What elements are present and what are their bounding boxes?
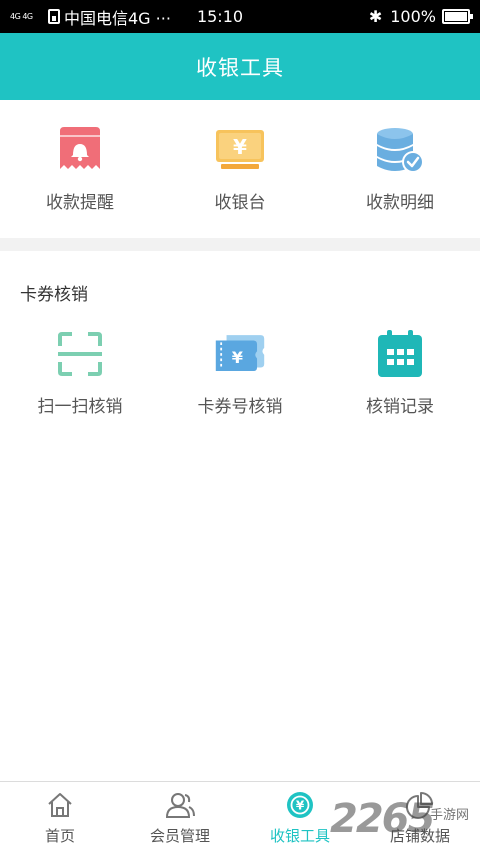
coupon-tools-grid: 扫一扫核销 ¥ 卡券号核销 核销记录 xyxy=(0,320,480,430)
app-header: 收银工具 xyxy=(0,33,480,100)
bluetooth-icon: ✱ xyxy=(368,7,383,26)
battery-percent: 100% xyxy=(390,7,436,26)
payment-reminder-button[interactable]: 收款提醒 xyxy=(0,100,160,238)
status-bar: 4G 4G 中国电信4G ··· 15:10 ✱ 100% xyxy=(0,0,480,33)
cash-register-button[interactable]: ¥ 收银台 xyxy=(160,100,320,238)
cashier-tools-icon: ¥ xyxy=(285,790,315,820)
tab-cashier-tools[interactable]: ¥ 收银工具 xyxy=(240,782,360,853)
payment-details-button[interactable]: 收款明细 xyxy=(320,100,480,238)
members-icon xyxy=(165,790,195,820)
tab-store-data[interactable]: 店铺数据 xyxy=(360,782,480,853)
bottom-tab-bar: 首页 会员管理 ¥ 收银工具 店铺数据 xyxy=(0,781,480,853)
coupon-number-redeem-button[interactable]: ¥ 卡券号核销 xyxy=(160,320,320,430)
redeem-records-button[interactable]: 核销记录 xyxy=(320,320,480,430)
tool-label: 收款提醒 xyxy=(46,193,114,213)
home-icon xyxy=(45,790,75,820)
coupon-section-title: 卡券核销 xyxy=(20,285,88,305)
tab-label: 会员管理 xyxy=(149,827,210,845)
tab-members[interactable]: 会员管理 xyxy=(120,782,240,853)
tab-label: 收银工具 xyxy=(269,827,330,845)
svg-text:¥: ¥ xyxy=(233,135,247,159)
tab-label: 首页 xyxy=(44,827,75,845)
sim-icon xyxy=(48,9,60,24)
tool-label: 收银台 xyxy=(214,193,266,213)
carrier-label: 中国电信4G ··· xyxy=(64,8,171,28)
svg-text:¥: ¥ xyxy=(232,348,244,367)
svg-text:¥: ¥ xyxy=(296,799,305,813)
scan-frame-icon xyxy=(54,328,106,380)
cashier-tools-grid: 收款提醒 ¥ 收银台 收款明细 xyxy=(0,100,480,238)
bell-receipt-icon xyxy=(54,124,106,176)
database-check-icon xyxy=(374,124,426,176)
ticket-icon: ¥ xyxy=(214,328,266,380)
clock: 15:10 xyxy=(196,7,244,26)
tool-label: 收款明细 xyxy=(366,193,434,213)
signal-icon: 4G 4G xyxy=(10,12,33,21)
calendar-icon xyxy=(374,328,426,380)
coupon-item-label: 扫一扫核销 xyxy=(37,397,123,417)
tab-home[interactable]: 首页 xyxy=(0,782,120,853)
cash-register-icon: ¥ xyxy=(214,124,266,176)
coupon-item-label: 核销记录 xyxy=(366,397,434,417)
coupon-item-label: 卡券号核销 xyxy=(197,397,283,417)
scan-redeem-button[interactable]: 扫一扫核销 xyxy=(0,320,160,430)
page-title: 收银工具 xyxy=(196,55,284,80)
tab-label: 店铺数据 xyxy=(389,827,450,845)
battery-icon xyxy=(442,9,473,24)
section-divider xyxy=(0,238,480,251)
pie-chart-icon xyxy=(405,790,435,820)
